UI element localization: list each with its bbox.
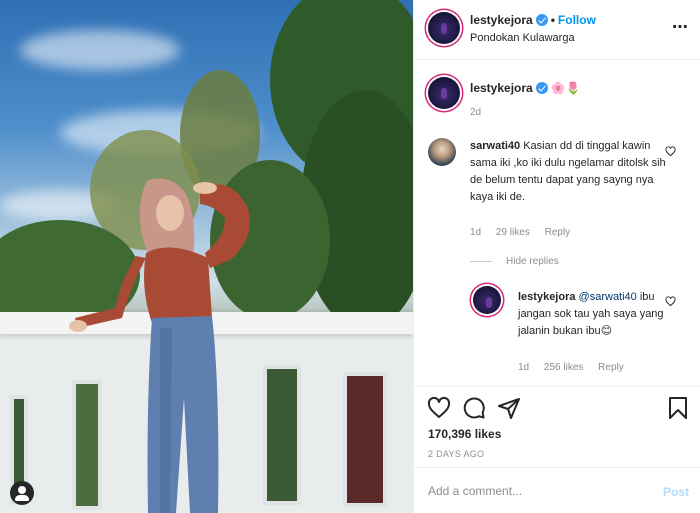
commenter-avatar[interactable] [428,138,456,166]
verified-badge-icon [535,82,548,94]
follow-button[interactable]: Follow [558,13,596,27]
author-avatar[interactable] [428,12,460,44]
comment-text: sarwati40 Kasian dd di tinggal kawin sam… [470,138,670,206]
reply-username[interactable]: lestykejora [518,291,575,303]
post-side-panel: lestykejora • Follow Pondokan Kulawarga ⋯ … [413,0,700,513]
user-tag-icon[interactable] [10,481,34,505]
comment-likes[interactable]: 29 likes [496,227,530,238]
comment-meta: 1d 29 likes Reply [470,227,582,238]
author-username[interactable]: lestykejora [470,13,533,27]
caption-line: lestykejora 🌸🌷 [470,81,581,95]
comment-time[interactable]: 1d [470,227,481,238]
separator-dot: • [550,13,555,27]
hide-replies-button[interactable]: Hide replies [470,256,559,267]
author-line: lestykejora • Follow [470,13,596,27]
bookmark-icon[interactable] [667,396,689,420]
post-photo[interactable] [0,0,413,513]
railing-slot [263,365,301,505]
caption-text: 🌸🌷 [550,81,581,95]
comment-input[interactable] [428,482,648,500]
post-actions: 170,396 likes 2 DAYS AGO [414,386,700,466]
reply-time[interactable]: 1d [518,362,529,373]
heart-icon[interactable] [427,396,451,420]
more-options-icon[interactable]: ⋯ [672,20,689,36]
cloud [20,30,180,70]
caption-time[interactable]: 2d [470,107,481,118]
post-date[interactable]: 2 DAYS AGO [428,449,484,459]
person-figure [69,178,250,513]
reply-likes[interactable]: 256 likes [544,362,583,373]
reply-text: lestykejora @sarwati40 ibu jangan sok ta… [518,289,673,340]
reply-emoji: 😊 [600,325,613,337]
railing-slot [343,372,387,507]
reply-reply-button[interactable]: Reply [598,362,624,373]
post-comment-button[interactable]: Post [663,485,689,499]
commenter-username[interactable]: sarwati40 [470,140,520,152]
comment-like-heart-icon[interactable] [665,146,676,157]
caption-username[interactable]: lestykejora [470,81,533,95]
add-comment-bar: Post [414,467,700,513]
caption-avatar[interactable] [428,77,460,109]
likes-count[interactable]: 170,396 likes [428,427,501,441]
share-icon[interactable] [497,396,521,420]
reply-avatar[interactable] [473,286,501,314]
reply-meta: 1d 256 likes Reply [518,362,636,373]
location-link[interactable]: Pondokan Kulawarga [470,32,575,44]
comment-icon[interactable] [462,396,486,420]
post-header: lestykejora • Follow Pondokan Kulawarga ⋯ [414,0,700,60]
reply-mention[interactable]: @sarwati40 [579,291,637,303]
verified-badge-icon [535,14,548,26]
reply-like-heart-icon[interactable] [665,296,676,307]
comment-reply-button[interactable]: Reply [545,227,571,238]
